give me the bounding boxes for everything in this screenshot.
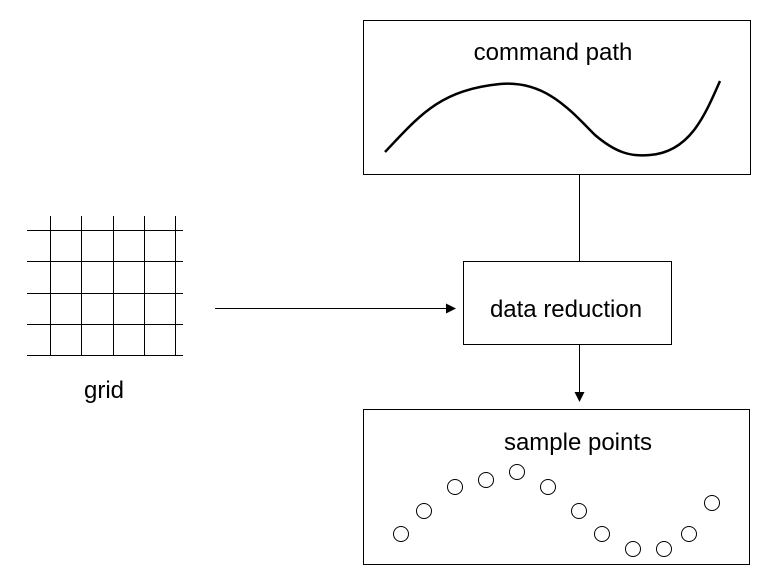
sample-point bbox=[416, 503, 432, 519]
command-path-curve bbox=[384, 80, 722, 157]
grid-label: grid bbox=[84, 377, 124, 404]
data-reduction-label: data reduction bbox=[490, 296, 642, 323]
sample-dots bbox=[393, 464, 720, 557]
grid-node bbox=[27, 216, 183, 356]
sample-point bbox=[447, 479, 463, 495]
command-path-node: command path bbox=[363, 20, 751, 175]
diagram-canvas: command path data reduction sample point… bbox=[27, 20, 751, 565]
sample-point bbox=[540, 479, 556, 495]
sample-point bbox=[393, 526, 409, 542]
sample-point bbox=[594, 526, 610, 542]
sample-point bbox=[478, 472, 494, 488]
sample-points-node: sample points bbox=[363, 409, 750, 565]
data-reduction-node: data reduction bbox=[463, 261, 672, 345]
sample-point bbox=[704, 495, 720, 511]
sample-point bbox=[571, 503, 587, 519]
sample-point bbox=[509, 464, 525, 480]
sample-point bbox=[625, 541, 641, 557]
command-path-label: command path bbox=[474, 39, 633, 66]
sample-points-label: sample points bbox=[504, 429, 652, 456]
sample-point bbox=[681, 526, 697, 542]
sample-point bbox=[656, 541, 672, 557]
